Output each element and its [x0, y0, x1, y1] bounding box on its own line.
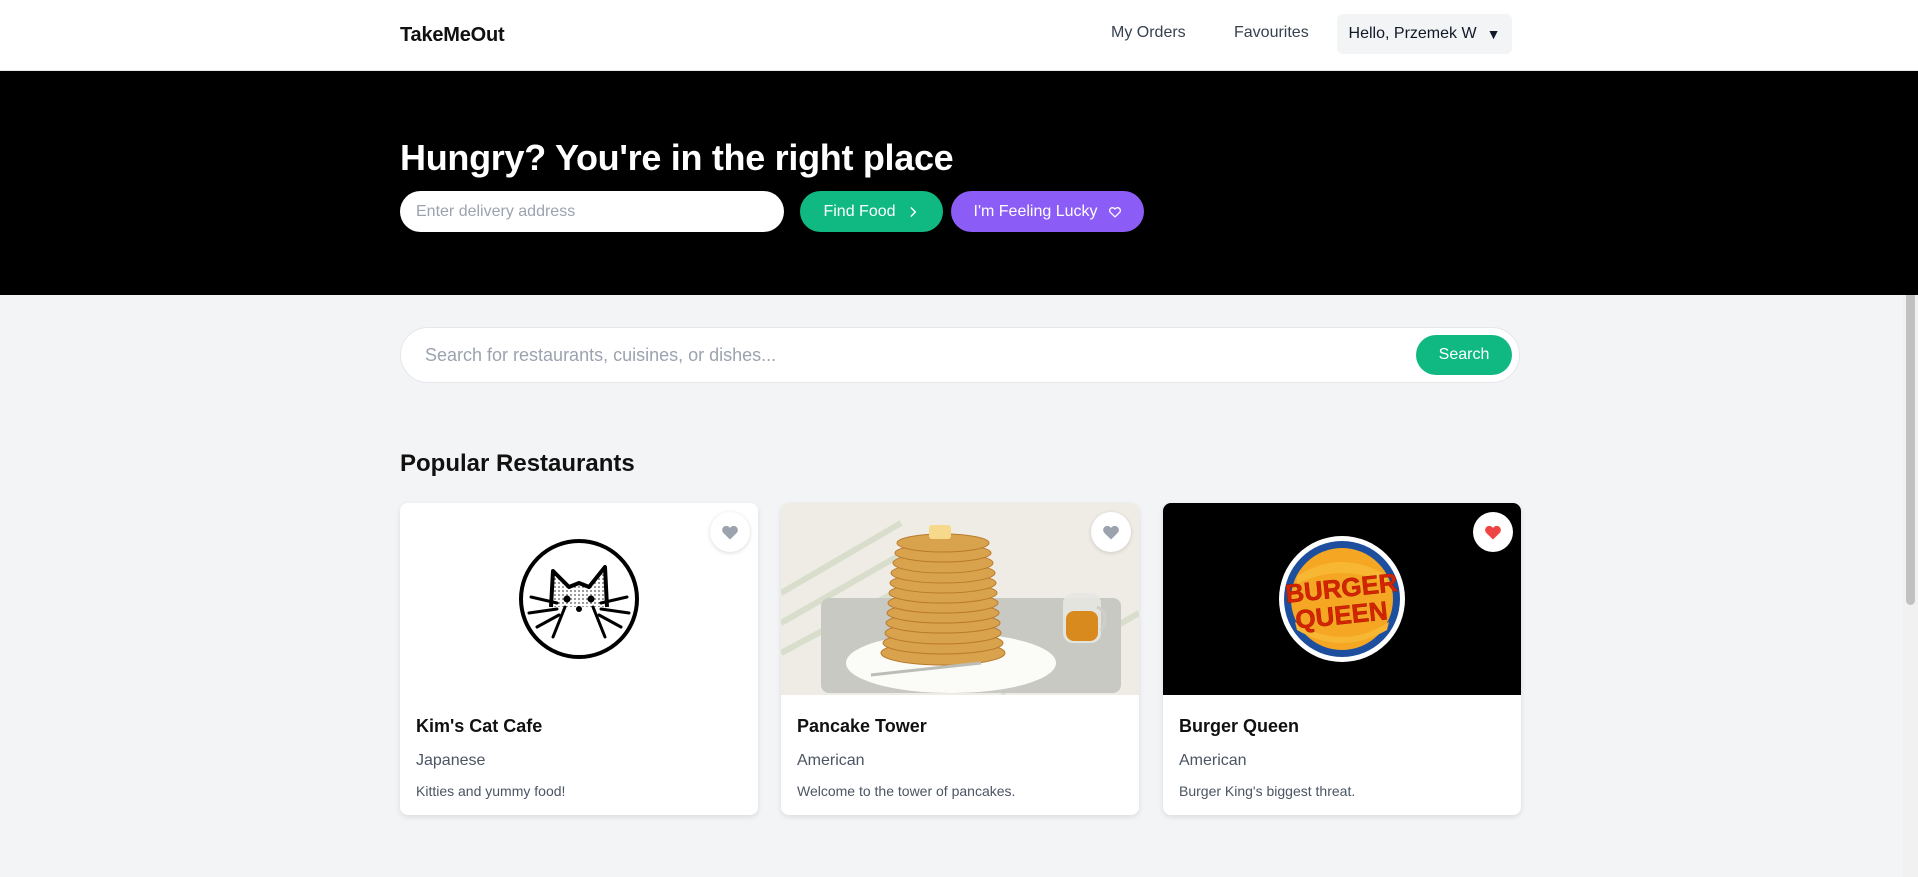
heart-icon	[722, 525, 738, 540]
restaurant-description: Kitties and yummy food!	[416, 783, 566, 799]
favourite-toggle[interactable]	[710, 512, 750, 552]
nav-favourites[interactable]: Favourites	[1234, 24, 1309, 42]
restaurant-card[interactable]: Kim's Cat Cafe Japanese Kitties and yumm…	[400, 503, 758, 815]
nav-my-orders[interactable]: My Orders	[1111, 24, 1186, 42]
restaurant-card[interactable]: Pancake Tower American Welcome to the to…	[781, 503, 1139, 815]
restaurant-search-input[interactable]	[425, 328, 1385, 382]
user-menu-button[interactable]: Hello, Przemek W ▼	[1337, 14, 1512, 54]
find-food-label: Find Food	[823, 202, 896, 220]
restaurant-name: Kim's Cat Cafe	[416, 716, 543, 736]
restaurant-name: Burger Queen	[1179, 716, 1300, 736]
restaurant-cuisine: Japanese	[416, 752, 486, 769]
feeling-lucky-button[interactable]: I'm Feeling Lucky	[951, 191, 1144, 232]
delivery-address-input[interactable]	[400, 191, 784, 232]
restaurant-cuisine: American	[1179, 752, 1247, 769]
top-header: TakeMeOut My Orders Favourites Hello, Pr…	[0, 0, 1918, 71]
cat-logo-icon	[519, 539, 639, 659]
favourite-toggle[interactable]	[1091, 512, 1131, 552]
popular-restaurants-heading: Popular Restaurants	[400, 450, 635, 477]
search-button[interactable]: Search	[1416, 335, 1512, 375]
restaurant-image	[400, 503, 758, 695]
burger-queen-logo: BURGER QUEEN	[1279, 536, 1405, 662]
heart-outline-icon	[1108, 206, 1121, 218]
restaurant-image: BURGER QUEEN	[1163, 503, 1521, 695]
pancake-photo	[781, 503, 1139, 695]
restaurant-search-bar: Search	[400, 327, 1520, 383]
chevron-right-icon	[910, 206, 916, 217]
restaurant-description: Burger King's biggest threat.	[1179, 783, 1356, 799]
caret-down-icon: ▼	[1486, 26, 1501, 42]
hero-title: Hungry? You're in the right place	[400, 137, 954, 178]
feeling-lucky-label: I'm Feeling Lucky	[973, 202, 1098, 220]
find-food-button[interactable]: Find Food	[800, 191, 943, 232]
restaurant-cuisine: American	[797, 752, 865, 769]
favourite-toggle[interactable]	[1473, 512, 1513, 552]
app-logo[interactable]: TakeMeOut	[400, 24, 505, 47]
restaurant-image	[781, 503, 1139, 695]
heart-icon	[1485, 525, 1501, 540]
restaurant-name: Pancake Tower	[797, 716, 927, 736]
restaurant-description: Welcome to the tower of pancakes.	[797, 783, 1016, 799]
user-greeting: Hello, Przemek W	[1348, 25, 1477, 42]
hero-banner: Hungry? You're in the right place Find F…	[0, 71, 1918, 295]
restaurant-card[interactable]: BURGER QUEEN Burger Queen American Burge…	[1163, 503, 1521, 815]
restaurant-cards: Kim's Cat Cafe Japanese Kitties and yumm…	[400, 503, 1521, 815]
heart-icon	[1103, 525, 1119, 540]
